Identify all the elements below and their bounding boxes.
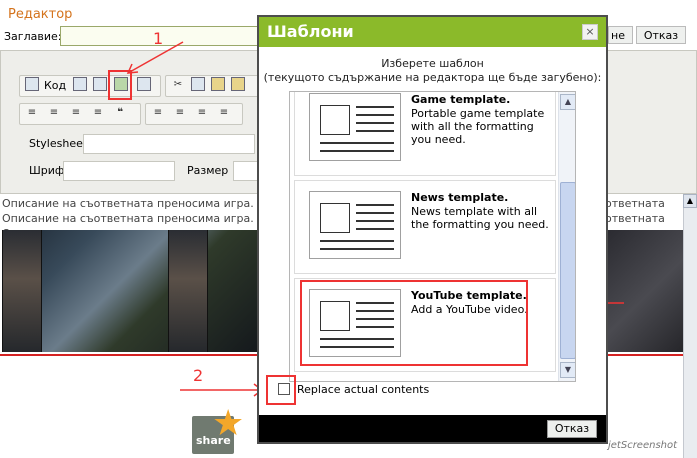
annotation-number-2: 2 xyxy=(193,366,204,385)
annotation-box-templates-button xyxy=(108,70,132,100)
template-description: News template with all the formatting yo… xyxy=(411,205,549,231)
dialog-instruction: Изберете шаблон xyxy=(381,57,484,70)
templates-scrollbar[interactable]: ▲ ▼ xyxy=(558,92,575,381)
templates-dialog: Шаблони × Изберете шаблон (текущото съдъ… xyxy=(257,15,608,444)
template-name: Game template. xyxy=(411,93,511,106)
annotation-box-replace-checkbox xyxy=(266,375,296,405)
template-thumbnail-icon xyxy=(309,93,401,161)
scrollbar-thumb[interactable] xyxy=(560,182,575,359)
scroll-down-icon[interactable]: ▼ xyxy=(560,362,575,378)
dialog-header: Шаблони × xyxy=(259,17,606,47)
dialog-instruction-note: (текущото съдържание на редактора ще бъд… xyxy=(263,71,602,84)
dialog-cancel-button[interactable]: Отказ xyxy=(547,420,597,438)
scroll-up-icon[interactable]: ▲ xyxy=(560,94,575,110)
replace-contents-label: Replace actual contents xyxy=(297,383,430,396)
annotation-box-youtube-template xyxy=(300,280,528,366)
dialog-title: Шаблони xyxy=(267,22,354,41)
template-news[interactable]: News template. News template with all th… xyxy=(294,180,556,274)
template-description: Portable game template with all the form… xyxy=(411,107,545,146)
template-game[interactable]: Game template. Portable game template wi… xyxy=(294,92,556,176)
template-thumbnail-icon xyxy=(309,191,401,259)
close-icon[interactable]: × xyxy=(582,24,598,40)
annotation-number-1: 1 xyxy=(153,29,164,48)
template-name: News template. xyxy=(411,191,509,204)
